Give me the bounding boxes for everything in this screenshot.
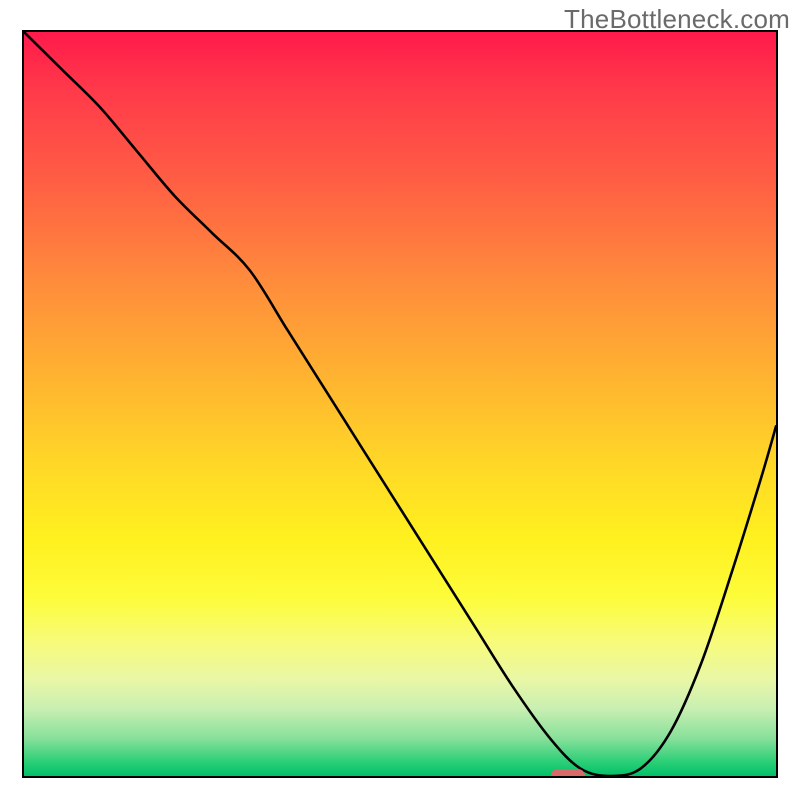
plot-area [22,30,778,778]
optimal-marker [551,769,585,778]
bottleneck-curve-path [24,32,776,776]
bottleneck-curve-svg [24,32,776,776]
chart-frame: TheBottleneck.com [0,0,800,800]
